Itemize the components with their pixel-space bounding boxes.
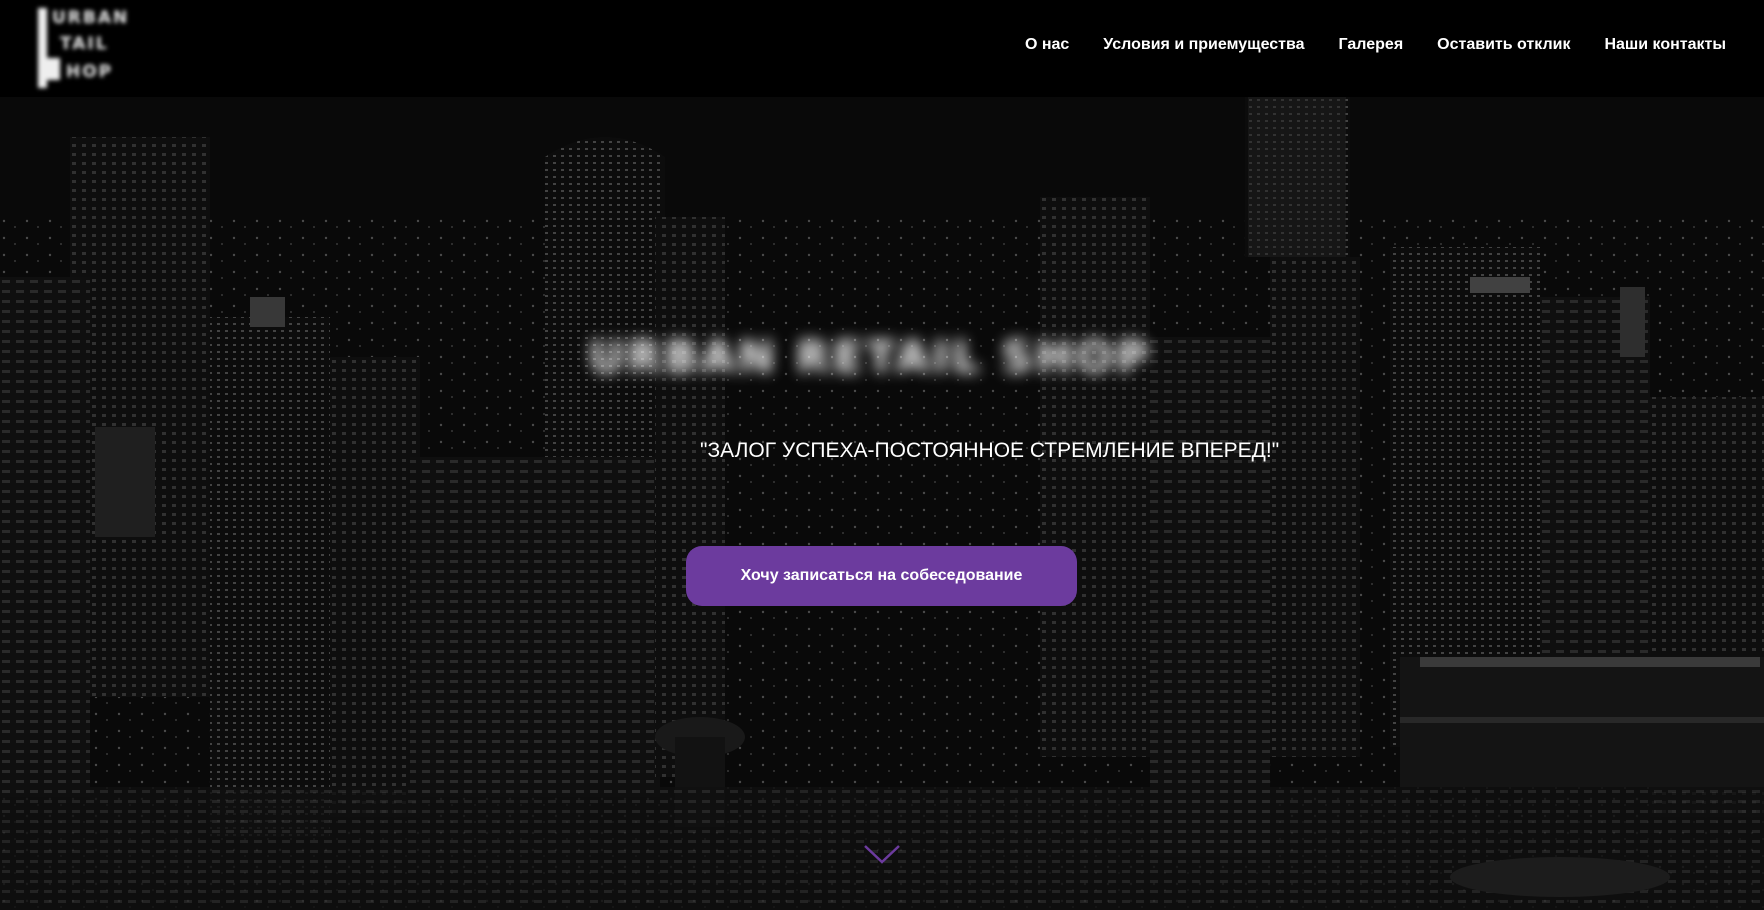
chevron-down-icon[interactable] [863, 842, 901, 866]
site-logo[interactable]: URBAN TAIL HOP [36, 6, 130, 90]
interview-signup-button[interactable]: Хочу записаться на собеседование [686, 546, 1077, 606]
landing-page: URBAN TAIL HOP О нас Условия и приемущес… [0, 0, 1764, 910]
hero-slogan: "ЗАЛОГ УСПЕХА-ПОСТОЯННОЕ СТРЕМЛЕНИЕ ВПЕР… [700, 439, 1280, 462]
logo-line-1: URBAN [52, 8, 130, 28]
hero-overlay [0, 97, 1764, 910]
logo-line-2: TAIL [60, 34, 109, 54]
nav-item-about[interactable]: О нас [1025, 36, 1069, 54]
nav-item-gallery[interactable]: Галерея [1339, 36, 1404, 54]
logo-block [38, 58, 60, 80]
nav-item-feedback[interactable]: Оставить отклик [1437, 36, 1570, 54]
logo-line-3: HOP [66, 62, 114, 82]
hero-section: URBAN RETAIL SHOP "ЗАЛОГ УСПЕХА-ПОСТОЯНН… [0, 97, 1764, 910]
site-header: URBAN TAIL HOP О нас Условия и приемущес… [0, 0, 1764, 97]
hero-title: URBAN RETAIL SHOP [588, 332, 1152, 383]
nav-item-contacts[interactable]: Наши контакты [1604, 36, 1726, 54]
main-nav: О нас Условия и приемущества Галерея Ост… [1025, 36, 1726, 54]
nav-item-conditions[interactable]: Условия и приемущества [1103, 36, 1304, 54]
